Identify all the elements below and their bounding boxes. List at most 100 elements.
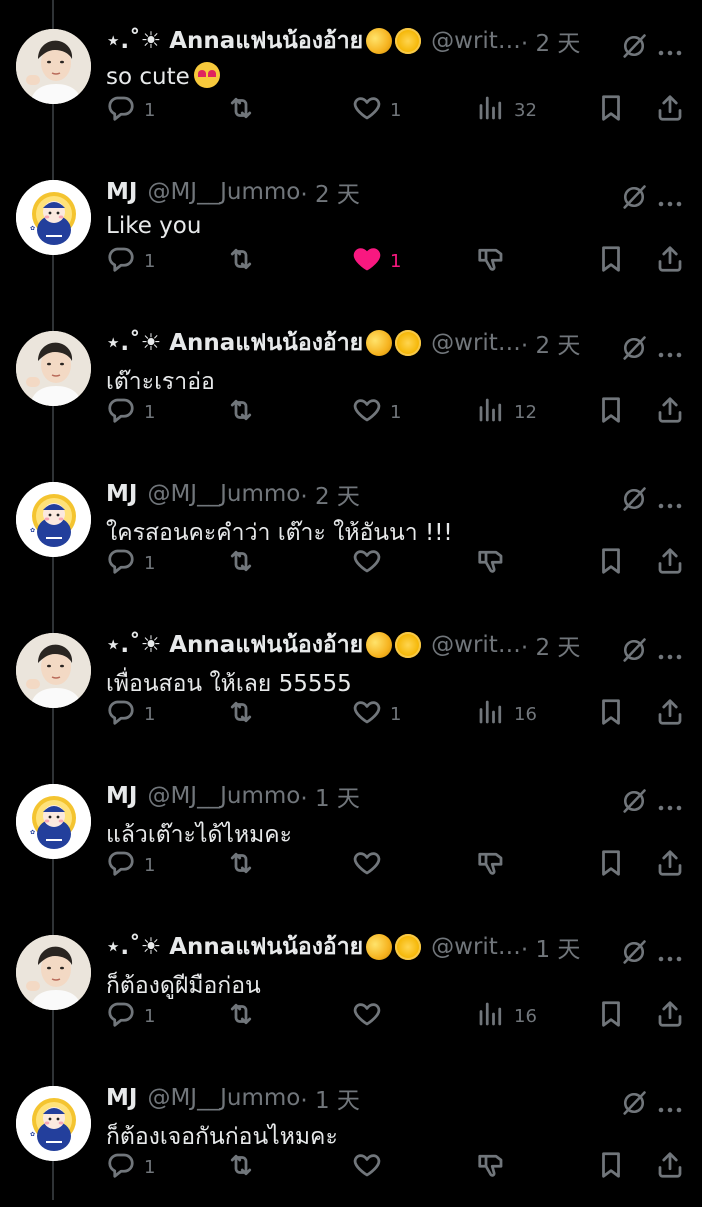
share-button[interactable]: [655, 241, 685, 281]
more-icon[interactable]: [658, 193, 682, 207]
like-button[interactable]: 1: [352, 694, 401, 734]
retweet-button[interactable]: [226, 392, 256, 432]
reply-button[interactable]: 1: [106, 1147, 155, 1187]
user-handle[interactable]: @writ…: [431, 330, 521, 356]
more-icon[interactable]: [658, 797, 682, 811]
grok-icon[interactable]: [620, 32, 648, 60]
retweet-button[interactable]: [226, 241, 256, 281]
more-icon[interactable]: [658, 646, 682, 660]
user-handle[interactable]: @writ…: [431, 28, 521, 54]
user-handle[interactable]: @writ…: [431, 934, 521, 960]
views-button[interactable]: 12: [476, 392, 537, 432]
reply-tweet[interactable]: ⋆.˚☀︎ Annaแฟนน้องอ้าย @writ… · 2 天 เต๊าะ…: [0, 302, 702, 452]
retweet-button[interactable]: [226, 845, 256, 885]
grok-icon[interactable]: [620, 938, 648, 966]
like-button[interactable]: [352, 543, 390, 583]
timestamp[interactable]: · 2 天: [300, 477, 360, 511]
bookmark-button[interactable]: [596, 996, 626, 1036]
reply-tweet[interactable]: ⋆.˚☀︎ Annaแฟนน้องอ้าย @writ… · 1 天 ก็ต้อ…: [0, 906, 702, 1056]
timestamp[interactable]: · 2 天: [521, 326, 581, 360]
retweet-button[interactable]: [226, 694, 256, 734]
bookmark-button[interactable]: [596, 392, 626, 432]
downvote-button[interactable]: [476, 241, 506, 281]
like-button[interactable]: [352, 1147, 390, 1187]
bookmark-button[interactable]: [596, 543, 626, 583]
reply-tweet[interactable]: ✿ MJ @MJ__Jummo · 1 天 แล้วเต๊าะได้ไหมคะ …: [0, 755, 702, 905]
display-name[interactable]: MJ: [106, 1085, 137, 1111]
share-button[interactable]: [655, 392, 685, 432]
grok-icon[interactable]: [620, 485, 648, 513]
avatar[interactable]: ✿: [16, 482, 91, 557]
share-button[interactable]: [655, 845, 685, 885]
bookmark-button[interactable]: [596, 241, 626, 281]
grok-icon[interactable]: [620, 787, 648, 815]
reply-button[interactable]: 1: [106, 90, 155, 130]
like-button[interactable]: 1: [352, 392, 401, 432]
bookmark-button[interactable]: [596, 694, 626, 734]
views-button[interactable]: 16: [476, 694, 537, 734]
reply-tweet[interactable]: ✿ MJ @MJ__Jummo · 2 天 Like you 1 1: [0, 151, 702, 301]
avatar[interactable]: ✿: [16, 1086, 91, 1161]
like-button[interactable]: [352, 996, 390, 1036]
retweet-button[interactable]: [226, 543, 256, 583]
timestamp[interactable]: · 2 天: [300, 175, 360, 209]
retweet-button[interactable]: [226, 90, 256, 130]
more-icon[interactable]: [658, 344, 682, 358]
like-button[interactable]: 1: [352, 241, 401, 281]
display-name[interactable]: MJ: [106, 481, 137, 507]
retweet-button[interactable]: [226, 996, 256, 1036]
reply-button[interactable]: 1: [106, 694, 155, 734]
reply-tweet[interactable]: ✿ MJ @MJ__Jummo · 1 天 ก็ต้องเจอกันก่อนไห…: [0, 1057, 702, 1207]
timestamp[interactable]: · 1 天: [521, 930, 581, 964]
display-name[interactable]: ⋆.˚☀︎ Annaแฟนน้องอ้าย: [106, 325, 363, 361]
avatar[interactable]: [16, 29, 91, 104]
bookmark-button[interactable]: [596, 1147, 626, 1187]
bookmark-button[interactable]: [596, 90, 626, 130]
more-icon[interactable]: [658, 948, 682, 962]
reply-button[interactable]: 1: [106, 392, 155, 432]
reply-tweet[interactable]: ✿ MJ @MJ__Jummo · 2 天 ใครสอนคะคำว่า เต๊า…: [0, 453, 702, 603]
reply-tweet[interactable]: ⋆.˚☀︎ Annaแฟนน้องอ้าย @writ… · 2 天 เพื่อ…: [0, 604, 702, 754]
retweet-button[interactable]: [226, 1147, 256, 1187]
share-button[interactable]: [655, 694, 685, 734]
like-button[interactable]: [352, 845, 390, 885]
share-button[interactable]: [655, 996, 685, 1036]
reply-button[interactable]: 1: [106, 241, 155, 281]
views-button[interactable]: 16: [476, 996, 537, 1036]
downvote-button[interactable]: [476, 543, 506, 583]
avatar[interactable]: [16, 633, 91, 708]
timestamp[interactable]: · 1 天: [300, 1081, 360, 1115]
grok-icon[interactable]: [620, 1089, 648, 1117]
more-icon[interactable]: [658, 495, 682, 509]
reply-button[interactable]: 1: [106, 845, 155, 885]
user-handle[interactable]: @writ…: [431, 632, 521, 658]
user-handle[interactable]: @MJ__Jummo: [147, 179, 300, 205]
more-icon[interactable]: [658, 42, 682, 56]
timestamp[interactable]: · 1 天: [300, 779, 360, 813]
reply-tweet[interactable]: ⋆.˚☀︎ Annaแฟนน้องอ้าย @writ… · 2 天 so cu…: [0, 0, 702, 150]
display-name[interactable]: ⋆.˚☀︎ Annaแฟนน้องอ้าย: [106, 929, 363, 965]
avatar[interactable]: [16, 935, 91, 1010]
user-handle[interactable]: @MJ__Jummo: [147, 783, 300, 809]
user-handle[interactable]: @MJ__Jummo: [147, 481, 300, 507]
avatar[interactable]: ✿: [16, 180, 91, 255]
share-button[interactable]: [655, 1147, 685, 1187]
display-name[interactable]: MJ: [106, 783, 137, 809]
bookmark-button[interactable]: [596, 845, 626, 885]
user-handle[interactable]: @MJ__Jummo: [147, 1085, 300, 1111]
share-button[interactable]: [655, 543, 685, 583]
timestamp[interactable]: · 2 天: [521, 628, 581, 662]
like-button[interactable]: 1: [352, 90, 401, 130]
display-name[interactable]: ⋆.˚☀︎ Annaแฟนน้องอ้าย: [106, 23, 363, 59]
avatar[interactable]: [16, 331, 91, 406]
display-name[interactable]: MJ: [106, 179, 137, 205]
downvote-button[interactable]: [476, 1147, 506, 1187]
views-button[interactable]: 32: [476, 90, 537, 130]
grok-icon[interactable]: [620, 334, 648, 362]
downvote-button[interactable]: [476, 845, 506, 885]
timestamp[interactable]: · 2 天: [521, 24, 581, 58]
display-name[interactable]: ⋆.˚☀︎ Annaแฟนน้องอ้าย: [106, 627, 363, 663]
avatar[interactable]: ✿: [16, 784, 91, 859]
grok-icon[interactable]: [620, 183, 648, 211]
share-button[interactable]: [655, 90, 685, 130]
